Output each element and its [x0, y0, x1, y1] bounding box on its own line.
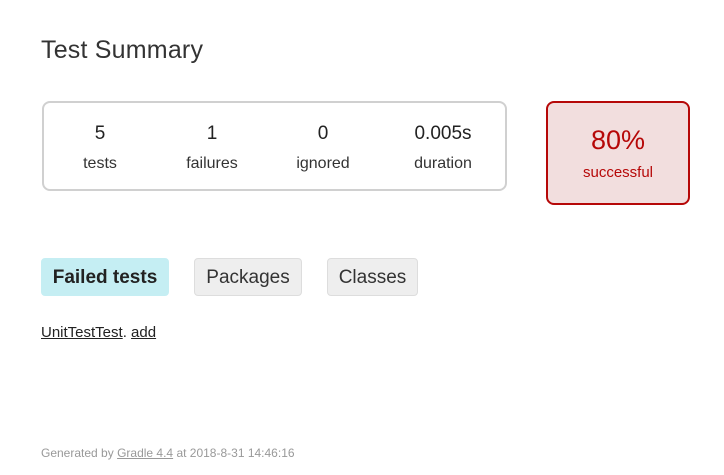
tests-label: tests	[83, 155, 117, 172]
tab-classes[interactable]: Classes	[327, 258, 418, 296]
failed-test-method-link[interactable]: add	[131, 324, 156, 341]
ignored-count: 0	[317, 123, 329, 144]
page-title: Test Summary	[41, 36, 204, 64]
footer-prefix: Generated by	[41, 446, 118, 460]
success-rate-box: 80% successful	[546, 101, 690, 205]
duration-value: 0.005s	[414, 123, 472, 144]
footer-timestamp: at 2018-8-31 14:46:16	[173, 446, 295, 460]
tab-failed-tests[interactable]: Failed tests	[41, 258, 169, 296]
tests-counter: 5 tests	[50, 121, 150, 174]
tests-count: 5	[94, 123, 106, 144]
tab-packages[interactable]: Packages	[194, 258, 302, 296]
gradle-link[interactable]: Gradle 4.4	[117, 446, 173, 460]
failed-test-separator: .	[122, 324, 132, 341]
failures-count: 1	[206, 123, 218, 144]
failures-counter: 1 failures	[162, 121, 262, 174]
failed-tests-list: UnitTestTest. add	[41, 324, 156, 341]
failures-label: failures	[186, 155, 238, 172]
success-rate-label: successful	[582, 164, 654, 181]
duration-counter: 0.005s duration	[393, 121, 493, 174]
success-rate-value: 80%	[590, 125, 646, 155]
duration-label: duration	[414, 155, 472, 172]
footer: Generated by Gradle 4.4 at 2018-8-31 14:…	[41, 446, 295, 460]
ignored-counter: 0 ignored	[273, 121, 373, 174]
summary-counters: 5 tests 1 failures 0 ignored 0.005s dura…	[42, 101, 507, 191]
failed-test-class-link[interactable]: UnitTestTest	[41, 324, 123, 341]
ignored-label: ignored	[296, 155, 350, 172]
